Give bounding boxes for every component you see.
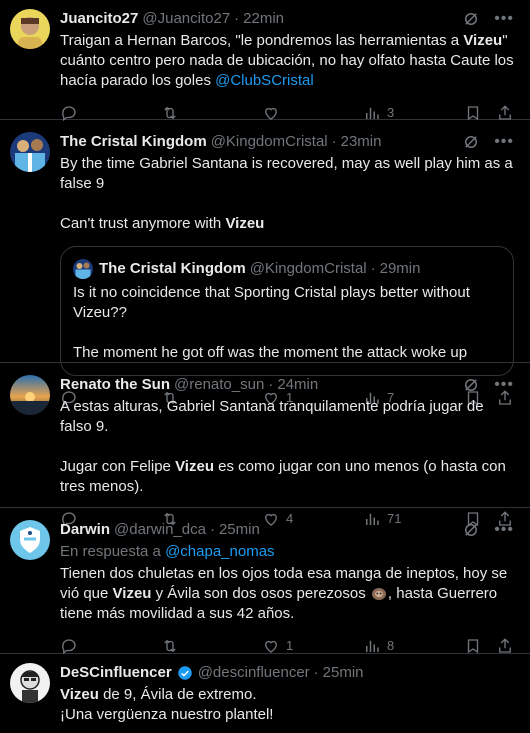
author-name[interactable]: Renato the Sun bbox=[60, 375, 170, 395]
tweet-text: ¡Una vergüenza nuestro plantel! bbox=[60, 706, 274, 723]
avatar[interactable] bbox=[10, 9, 50, 49]
tweet[interactable]: Juancito27 @Juancito27 · 22min ••• Traig… bbox=[0, 0, 530, 122]
like-count: 1 bbox=[286, 638, 294, 653]
grok-icon[interactable] bbox=[462, 133, 480, 151]
retweet-icon bbox=[164, 639, 176, 653]
tweet-text-bold: Vizeu bbox=[60, 686, 99, 703]
tweet-text: Traigan a Hernan Barcos, "le pondremos l… bbox=[60, 31, 514, 91]
tweet-text: A estas alturas, Gabriel Santana tranqui… bbox=[60, 398, 488, 435]
tweet[interactable]: Darwin @darwin_dca · 25min ••• En respue… bbox=[0, 508, 530, 656]
quoted-author-handle: @KingdomCristal bbox=[249, 260, 367, 277]
tweet-text-bold: Vizeu bbox=[463, 32, 503, 49]
grok-icon[interactable] bbox=[462, 10, 480, 28]
like-button[interactable]: 1 bbox=[262, 636, 363, 656]
avatar[interactable] bbox=[10, 132, 50, 172]
more-options-icon[interactable]: ••• bbox=[494, 10, 514, 28]
sloth-emoji-icon bbox=[371, 588, 386, 600]
more-options-icon[interactable]: ••• bbox=[494, 376, 514, 394]
tweet-text: Can't trust anymore with Vizeu bbox=[60, 214, 514, 234]
more-options-icon[interactable]: ••• bbox=[494, 521, 514, 539]
tweet[interactable]: DeSCinfluencer @descinfluencer · 25min V… bbox=[0, 654, 530, 733]
quoted-timestamp: 29min bbox=[379, 260, 421, 277]
tweet-text: Vizeu de 9, Ávila de extremo. bbox=[60, 685, 514, 705]
grok-icon[interactable] bbox=[462, 521, 480, 539]
tweet-text-part: de 9, Ávila de extremo. bbox=[98, 686, 257, 703]
author-name[interactable]: Juancito27 bbox=[60, 9, 138, 29]
author-handle[interactable]: @darwin_dca bbox=[114, 520, 206, 540]
mention-link[interactable]: @ClubSCristal bbox=[215, 72, 314, 89]
reply-button[interactable] bbox=[60, 637, 161, 655]
quoted-author-name: The Cristal Kingdom bbox=[99, 260, 246, 277]
avatar[interactable] bbox=[10, 375, 50, 415]
more-options-icon[interactable]: ••• bbox=[494, 133, 514, 151]
retweet-button[interactable] bbox=[161, 637, 262, 655]
tweet-text-part: Traigan a Hernan Barcos, "le pondremos l… bbox=[60, 32, 464, 49]
verified-badge-icon[interactable] bbox=[172, 664, 194, 682]
tweet-text-part: Jugar con Felipe bbox=[60, 458, 176, 475]
author-handle[interactable]: @KingdomCristal bbox=[211, 132, 328, 152]
separator-dot: · bbox=[209, 521, 215, 538]
tweet-text-bold: Vizeu bbox=[112, 585, 152, 602]
action-bar: 1 8 bbox=[60, 636, 514, 656]
reply-label: En respuesta a bbox=[60, 543, 166, 560]
views-icon bbox=[366, 640, 379, 652]
author-handle[interactable]: @Juancito27 bbox=[142, 9, 230, 29]
tweet-text-line: By the time Gabriel Santana is recovered… bbox=[60, 155, 517, 192]
timestamp[interactable]: 25min bbox=[219, 520, 260, 540]
timestamp[interactable]: 24min bbox=[277, 375, 318, 395]
author-name[interactable]: The Cristal Kingdom bbox=[60, 132, 207, 152]
tweet[interactable]: Renato the Sun @renato_sun · 24min ••• A… bbox=[0, 363, 530, 528]
tweet-text: Jugar con Felipe Vizeu es como jugar con… bbox=[60, 457, 514, 497]
author-name[interactable]: DeSCinfluencer bbox=[60, 663, 172, 683]
quoted-avatar[interactable] bbox=[73, 259, 93, 279]
separator-dot: · bbox=[268, 376, 274, 393]
tweet[interactable]: The Cristal Kingdom @KingdomCristal · 23… bbox=[0, 120, 530, 407]
tweet-text: By the time Gabriel Santana is recovered… bbox=[60, 154, 514, 194]
author-name[interactable]: Darwin bbox=[60, 520, 110, 540]
tweet-text-part: y Ávila son dos osos perezosos bbox=[151, 585, 370, 602]
bookmark-icon[interactable] bbox=[464, 637, 482, 655]
reply-icon bbox=[62, 639, 76, 655]
timestamp[interactable]: 23min bbox=[341, 132, 382, 152]
views-button[interactable]: 8 bbox=[363, 636, 464, 656]
avatar[interactable] bbox=[10, 520, 50, 560]
reply-context: En respuesta a @chapa_nomas bbox=[60, 542, 514, 562]
tweet-text-part: Can't trust anymore with bbox=[60, 215, 226, 232]
tweet-text: Tienen dos chuletas en los ojos toda esa… bbox=[60, 564, 514, 624]
tweet-text-bold: Vizeu bbox=[175, 458, 214, 475]
grok-icon[interactable] bbox=[462, 376, 480, 394]
timestamp[interactable]: 22min bbox=[243, 9, 284, 29]
avatar[interactable] bbox=[10, 663, 50, 703]
quoted-text: The moment he got off was the moment the… bbox=[73, 344, 468, 361]
author-handle[interactable]: @descinfluencer bbox=[198, 663, 310, 683]
quoted-text: Is it no coincidence that Sporting Crist… bbox=[73, 284, 475, 321]
separator-dot: · bbox=[370, 260, 376, 277]
timestamp[interactable]: 25min bbox=[323, 663, 364, 683]
separator-dot: · bbox=[331, 133, 337, 150]
tweet-text-bold: Vizeu bbox=[225, 215, 265, 232]
separator-dot: · bbox=[313, 664, 319, 681]
reply-handle-link[interactable]: @chapa_nomas bbox=[165, 543, 274, 560]
author-handle[interactable]: @renato_sun bbox=[174, 375, 264, 395]
heart-icon bbox=[265, 640, 277, 653]
quoted-tweet[interactable]: The Cristal Kingdom @KingdomCristal · 29… bbox=[60, 246, 514, 376]
share-icon[interactable] bbox=[496, 637, 514, 655]
separator-dot: · bbox=[234, 10, 240, 27]
view-count: 8 bbox=[387, 638, 395, 653]
